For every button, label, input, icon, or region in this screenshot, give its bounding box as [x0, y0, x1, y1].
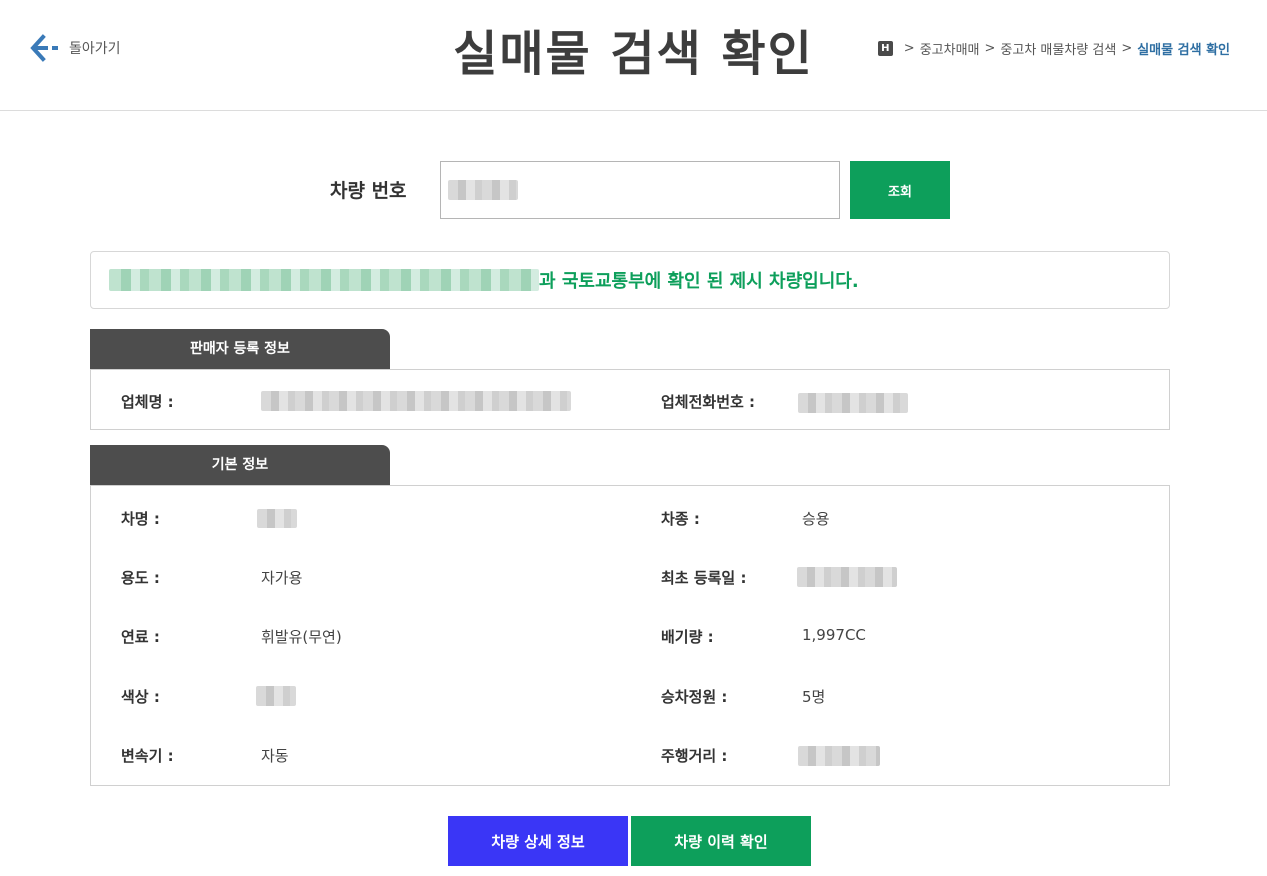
- basic-info-box: 차명 : 차종 : 승용 용도 : 자가용 최초 등록일 : 연료 : 휘발유(…: [90, 485, 1170, 786]
- page-header: 돌아가기 실매물 검색 확인 H > 중고차매매 > 중고차 매물차량 검색 >…: [0, 0, 1267, 111]
- redacted-vehicle-number: [448, 180, 518, 200]
- search-button[interactable]: 조회: [850, 161, 950, 219]
- seating-capacity-value: 5명: [802, 688, 826, 706]
- breadcrumb-separator: >: [984, 41, 996, 56]
- first-registration-label: 최초 등록일 :: [661, 569, 747, 587]
- basic-info-tab: 기본 정보: [90, 445, 390, 486]
- redacted-first-registration: [797, 567, 897, 587]
- result-message: 과 국토교통부에 확인 된 제시 차량입니다.: [539, 271, 859, 292]
- redacted-color: [256, 686, 296, 706]
- redacted-result-prefix: [109, 269, 539, 291]
- mileage-label: 주행거리 :: [661, 747, 728, 765]
- vehicle-detail-button[interactable]: 차량 상세 정보: [448, 816, 628, 866]
- color-label: 색상 :: [121, 688, 160, 706]
- seller-info-tab: 판매자 등록 정보: [90, 329, 390, 370]
- fuel-label: 연료 :: [121, 628, 160, 646]
- redacted-mileage: [798, 746, 880, 766]
- breadcrumb-item-used-car-trade[interactable]: 중고차매매: [920, 39, 980, 58]
- result-message-box: 과 국토교통부에 확인 된 제시 차량입니다.: [90, 251, 1170, 309]
- vehicle-type-value: 승용: [802, 510, 830, 528]
- redacted-company-name: [261, 391, 571, 411]
- displacement-label: 배기량 :: [661, 628, 714, 646]
- vehicle-history-button[interactable]: 차량 이력 확인: [631, 816, 811, 866]
- vehicle-name-label: 차명 :: [121, 510, 160, 528]
- home-icon[interactable]: H: [877, 41, 893, 56]
- seating-capacity-label: 승차정원 :: [661, 688, 728, 706]
- displacement-value: 1,997CC: [802, 626, 866, 644]
- transmission-value: 자동: [261, 747, 289, 765]
- breadcrumb-item-vehicle-search[interactable]: 중고차 매물차량 검색: [1000, 39, 1116, 58]
- company-name-label: 업체명 :: [121, 393, 174, 411]
- breadcrumb: H > 중고차매매 > 중고차 매물차량 검색 > 실매물 검색 확인: [877, 39, 1230, 58]
- company-phone-label: 업체전화번호 :: [661, 393, 756, 411]
- breadcrumb-separator: >: [1121, 41, 1133, 56]
- redacted-company-phone: [798, 393, 908, 413]
- breadcrumb-item-current: 실매물 검색 확인: [1137, 43, 1230, 58]
- vehicle-type-label: 차종 :: [661, 510, 700, 528]
- usage-value: 자가용: [261, 569, 303, 587]
- transmission-label: 변속기 :: [121, 747, 174, 765]
- vehicle-number-label: 차량 번호: [330, 180, 407, 202]
- usage-label: 용도 :: [121, 569, 160, 587]
- seller-info-box: 업체명 : 업체전화번호 :: [90, 369, 1170, 430]
- fuel-value: 휘발유(무연): [261, 628, 342, 646]
- breadcrumb-separator: >: [903, 41, 915, 56]
- redacted-vehicle-name: [257, 509, 297, 528]
